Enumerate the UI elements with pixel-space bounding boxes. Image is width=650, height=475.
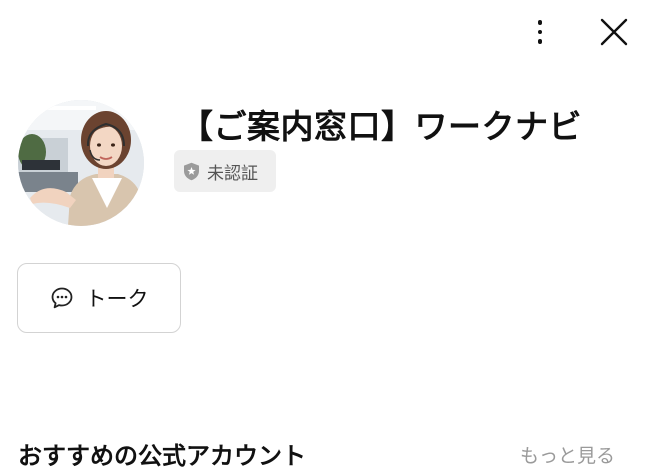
avatar[interactable]: [18, 100, 144, 226]
verification-badge[interactable]: 未認証: [174, 150, 276, 192]
see-more-link[interactable]: もっと見る: [520, 441, 615, 468]
avatar-photo: [18, 100, 144, 226]
talk-button-label: トーク: [85, 287, 149, 311]
badge-label: 未認証: [207, 163, 258, 184]
close-button[interactable]: [596, 14, 632, 50]
recommended-section-title: おすすめの公式アカウント: [18, 442, 306, 470]
account-name: 【ご案内窓口】ワークナビ: [180, 107, 582, 146]
talk-button[interactable]: トーク: [17, 263, 181, 333]
close-icon: [600, 18, 628, 46]
more-vertical-icon: [537, 20, 543, 25]
chat-bubble-icon: [51, 287, 72, 309]
more-options-button[interactable]: [524, 14, 556, 50]
shield-star-icon: [184, 162, 199, 180]
